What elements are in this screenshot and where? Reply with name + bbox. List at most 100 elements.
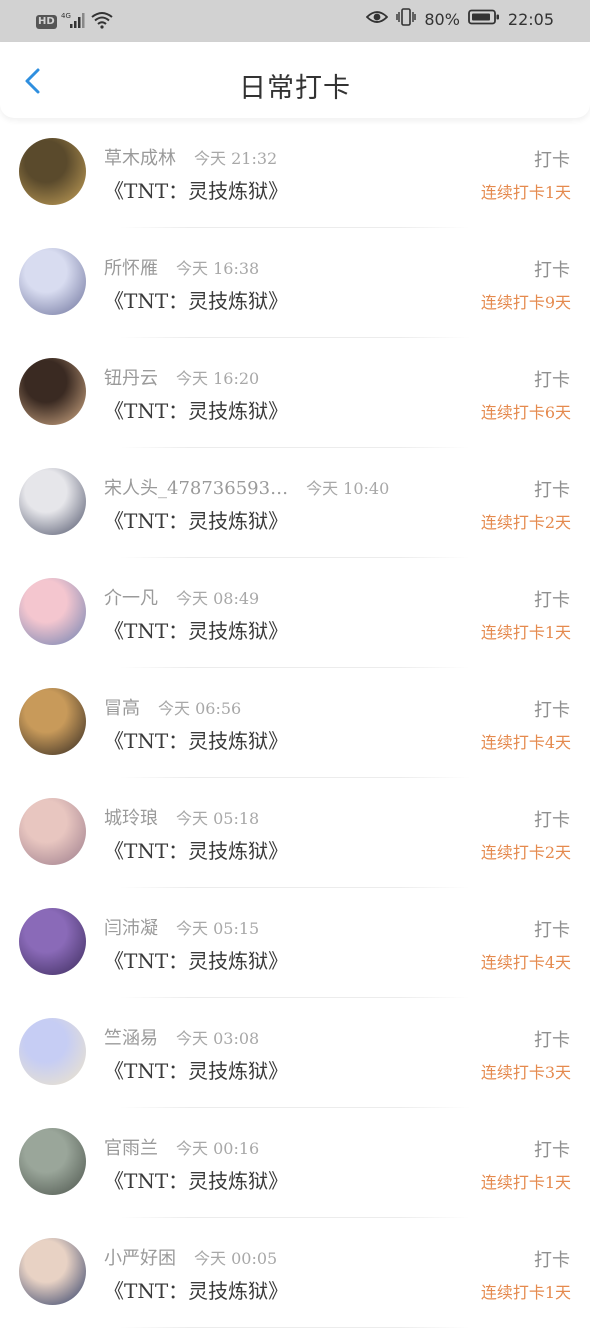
avatar[interactable]	[19, 248, 86, 315]
network-type: 4G	[61, 12, 71, 20]
list-item[interactable]: 所怀雁 今天 16:38 《TNT：灵技炼狱》 打卡 连续打卡9天	[0, 228, 590, 338]
user-name[interactable]: 官雨兰	[104, 1134, 158, 1160]
list-item[interactable]: 钮丹云 今天 16:20 《TNT：灵技炼狱》 打卡 连续打卡6天	[0, 338, 590, 448]
user-line: 介一凡 今天 08:49	[104, 584, 259, 610]
avatar[interactable]	[19, 138, 86, 205]
avatar[interactable]	[19, 1018, 86, 1085]
user-name[interactable]: 所怀雁	[104, 254, 158, 280]
user-name[interactable]: 钮丹云	[104, 364, 158, 390]
vibrate-icon	[396, 8, 417, 30]
signal-icon: 4G	[61, 11, 87, 33]
streak-text: 连续打卡9天	[480, 293, 571, 312]
checkin-time: 今天 05:15	[176, 919, 260, 938]
user-line: 竺涵易 今天 03:08	[104, 1024, 259, 1050]
user-line: 所怀雁 今天 16:38	[104, 254, 259, 280]
checkin-time: 今天 10:40	[306, 479, 390, 498]
checkin-tag: 打卡	[534, 590, 570, 611]
book-title[interactable]: 《TNT：灵技炼狱》	[104, 1055, 288, 1084]
user-line: 冒高 今天 06:56	[104, 694, 241, 720]
list-item[interactable]: 城玲琅 今天 05:18 《TNT：灵技炼狱》 打卡 连续打卡2天	[0, 778, 590, 888]
streak-text: 连续打卡1天	[480, 623, 571, 642]
page-title: 日常打卡	[239, 73, 351, 104]
avatar[interactable]	[19, 688, 86, 755]
streak-text: 连续打卡1天	[480, 1173, 571, 1192]
checkin-tag: 打卡	[534, 1030, 570, 1051]
user-name[interactable]: 草木成林	[104, 144, 176, 170]
book-title[interactable]: 《TNT：灵技炼狱》	[104, 835, 288, 864]
checkin-time: 今天 00:05	[194, 1249, 278, 1268]
list-item[interactable]: 闫沛凝 今天 05:15 《TNT：灵技炼狱》 打卡 连续打卡4天	[0, 888, 590, 998]
checkin-list: 草木成林 今天 21:32 《TNT：灵技炼狱》 打卡 连续打卡1天 所怀雁 今…	[0, 118, 590, 1328]
checkin-time: 今天 21:32	[194, 149, 278, 168]
checkin-tag: 打卡	[534, 1140, 570, 1161]
streak-text: 连续打卡2天	[480, 513, 571, 532]
user-line: 钮丹云 今天 16:20	[104, 364, 259, 390]
user-name[interactable]: 介一凡	[104, 584, 158, 610]
user-line: 官雨兰 今天 00:16	[104, 1134, 259, 1160]
checkin-tag: 打卡	[534, 260, 570, 281]
checkin-time: 今天 16:38	[176, 259, 260, 278]
book-title[interactable]: 《TNT：灵技炼狱》	[104, 615, 288, 644]
header: 日常打卡	[0, 42, 590, 118]
user-name[interactable]: 城玲琅	[104, 804, 158, 830]
checkin-tag: 打卡	[534, 920, 570, 941]
book-title[interactable]: 《TNT：灵技炼狱》	[104, 505, 288, 534]
checkin-time: 今天 00:16	[176, 1139, 260, 1158]
book-title[interactable]: 《TNT：灵技炼狱》	[104, 395, 288, 424]
list-item[interactable]: 官雨兰 今天 00:16 《TNT：灵技炼狱》 打卡 连续打卡1天	[0, 1108, 590, 1218]
battery-icon	[467, 9, 500, 29]
streak-text: 连续打卡4天	[480, 953, 571, 972]
streak-text: 连续打卡3天	[480, 1063, 571, 1082]
user-line: 宋人头_478736593… 今天 10:40	[104, 474, 389, 500]
avatar[interactable]	[19, 578, 86, 645]
avatar[interactable]	[19, 468, 86, 535]
checkin-tag: 打卡	[534, 810, 570, 831]
book-title[interactable]: 《TNT：灵技炼狱》	[104, 945, 288, 974]
user-line: 小严好困 今天 00:05	[104, 1244, 277, 1270]
book-title[interactable]: 《TNT：灵技炼狱》	[104, 1165, 288, 1194]
status-left: HD 4G	[36, 11, 113, 33]
user-name[interactable]: 闫沛凝	[104, 914, 158, 940]
streak-text: 连续打卡1天	[480, 1283, 571, 1302]
avatar[interactable]	[19, 1128, 86, 1195]
avatar[interactable]	[19, 358, 86, 425]
avatar[interactable]	[19, 1238, 86, 1305]
checkin-time: 今天 06:56	[158, 699, 242, 718]
checkin-time: 今天 05:18	[176, 809, 260, 828]
streak-text: 连续打卡2天	[480, 843, 571, 862]
list-item[interactable]: 草木成林 今天 21:32 《TNT：灵技炼狱》 打卡 连续打卡1天	[0, 118, 590, 228]
eye-comfort-icon	[366, 9, 389, 29]
list-item[interactable]: 宋人头_478736593… 今天 10:40 《TNT：灵技炼狱》 打卡 连续…	[0, 448, 590, 558]
book-title[interactable]: 《TNT：灵技炼狱》	[104, 175, 288, 204]
status-bar: HD 4G 80% 22:05	[0, 0, 590, 42]
user-name[interactable]: 小严好困	[104, 1244, 176, 1270]
checkin-tag: 打卡	[534, 150, 570, 171]
avatar[interactable]	[19, 908, 86, 975]
avatar[interactable]	[19, 798, 86, 865]
list-item[interactable]: 介一凡 今天 08:49 《TNT：灵技炼狱》 打卡 连续打卡1天	[0, 558, 590, 668]
wifi-icon	[91, 11, 113, 33]
book-title[interactable]: 《TNT：灵技炼狱》	[104, 285, 288, 314]
checkin-time: 今天 08:49	[176, 589, 260, 608]
status-right: 80% 22:05	[366, 8, 554, 30]
battery-percent: 80%	[424, 9, 460, 29]
checkin-tag: 打卡	[534, 700, 570, 721]
user-line: 城玲琅 今天 05:18	[104, 804, 259, 830]
book-title[interactable]: 《TNT：灵技炼狱》	[104, 725, 288, 754]
checkin-tag: 打卡	[534, 480, 570, 501]
user-line: 草木成林 今天 21:32	[104, 144, 277, 170]
list-item[interactable]: 竺涵易 今天 03:08 《TNT：灵技炼狱》 打卡 连续打卡3天	[0, 998, 590, 1108]
clock: 22:05	[507, 9, 554, 29]
user-name[interactable]: 竺涵易	[104, 1024, 158, 1050]
user-name[interactable]: 宋人头_478736593…	[104, 474, 288, 500]
list-item[interactable]: 冒高 今天 06:56 《TNT：灵技炼狱》 打卡 连续打卡4天	[0, 668, 590, 778]
streak-text: 连续打卡1天	[480, 183, 571, 202]
checkin-tag: 打卡	[534, 1250, 570, 1271]
checkin-time: 今天 16:20	[176, 369, 260, 388]
streak-text: 连续打卡4天	[480, 733, 571, 752]
hd-badge: HD	[36, 15, 57, 29]
list-item[interactable]: 小严好困 今天 00:05 《TNT：灵技炼狱》 打卡 连续打卡1天	[0, 1218, 590, 1328]
user-name[interactable]: 冒高	[104, 694, 140, 720]
streak-text: 连续打卡6天	[480, 403, 571, 422]
book-title[interactable]: 《TNT：灵技炼狱》	[104, 1275, 288, 1304]
